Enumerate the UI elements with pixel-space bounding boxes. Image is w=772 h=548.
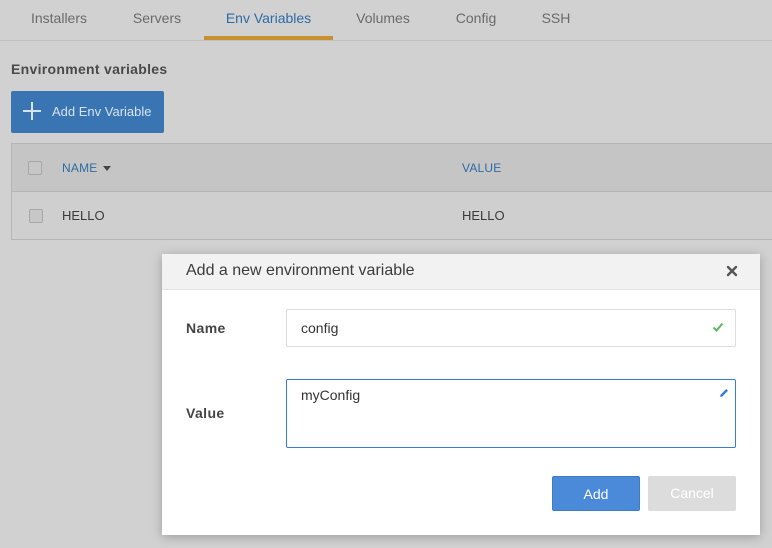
tab-env-variables[interactable]: Env Variables <box>204 0 333 40</box>
cancel-button[interactable]: Cancel <box>648 476 736 511</box>
row-value-cell: HELLO <box>462 208 505 223</box>
tab-bar: Installers Servers Env Variables Volumes… <box>0 0 772 41</box>
add-button[interactable]: Add <box>552 476 640 511</box>
value-input[interactable]: myConfig <box>286 379 736 448</box>
add-env-variable-label: Add Env Variable <box>52 104 152 119</box>
tab-servers[interactable]: Servers <box>117 0 197 40</box>
section-title: Environment variables <box>11 61 168 77</box>
plus-icon <box>23 102 41 120</box>
row-checkbox[interactable] <box>29 209 43 223</box>
name-input[interactable] <box>286 309 736 347</box>
tab-ssh[interactable]: SSH <box>531 0 581 40</box>
tab-volumes[interactable]: Volumes <box>343 0 423 40</box>
add-env-variable-button[interactable]: Add Env Variable <box>11 91 164 133</box>
select-all-checkbox[interactable] <box>28 161 42 175</box>
dialog-header: Add a new environment variable <box>162 254 760 290</box>
table-row[interactable]: HELLO HELLO <box>12 192 772 239</box>
close-icon[interactable] <box>726 265 738 277</box>
pencil-icon <box>720 389 728 397</box>
dialog-title: Add a new environment variable <box>186 262 415 279</box>
tab-config[interactable]: Config <box>446 0 506 40</box>
check-icon <box>712 322 724 332</box>
column-header-name[interactable]: NAME <box>62 161 112 175</box>
column-header-value[interactable]: VALUE <box>462 161 501 175</box>
value-label: Value <box>186 405 225 421</box>
name-label: Name <box>186 320 226 336</box>
add-env-variable-dialog: Add a new environment variable Name Valu… <box>162 254 760 535</box>
row-name-cell: HELLO <box>62 208 105 223</box>
table-header: NAME VALUE <box>12 144 772 192</box>
column-header-name-label: NAME <box>62 161 98 175</box>
tab-installers[interactable]: Installers <box>19 0 99 40</box>
sort-down-icon <box>103 166 112 172</box>
env-variables-table: NAME VALUE HELLO HELLO <box>11 143 772 240</box>
